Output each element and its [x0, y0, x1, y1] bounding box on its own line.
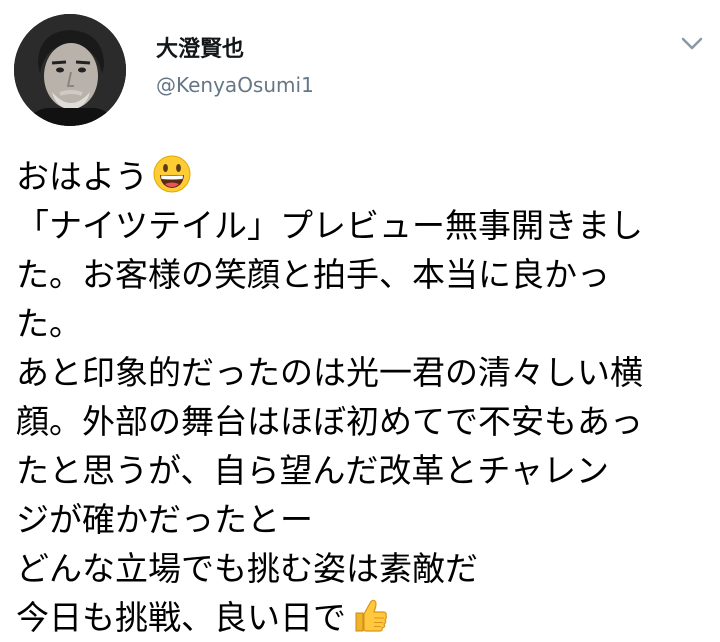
tweet-text: おはよう 「ナイツテイル」プレビュー無事開きまし た。お客様の笑顔と拍手、本当に…: [16, 152, 706, 642]
tweet-line: 「ナイツテイル」プレビュー無事開きまし: [16, 206, 643, 245]
tweet-line: おはよう: [16, 152, 706, 201]
tweet-line: 今日も挑戦、良い日で: [16, 593, 706, 642]
tweet-line: たと思うが、自ら望んだ改革とチャレン: [16, 451, 610, 490]
tweet-line: あと印象的だったのは光一君の清々しい横: [16, 353, 643, 392]
tweet-line: 顔。外部の舞台はほぼ初めてで不安もあっ: [16, 402, 643, 441]
author-display-name[interactable]: 大澄賢也: [156, 36, 244, 64]
tweet-line: どんな立場でも挑む姿は素敵だ: [16, 549, 478, 588]
author-handle[interactable]: @KenyaOsumi1: [156, 72, 314, 98]
author-avatar[interactable]: [14, 14, 126, 126]
grinning-face-emoji-icon: [152, 154, 192, 194]
tweet-line-text: 今日も挑戦、良い日で: [16, 598, 346, 637]
tweet-line-text: おはよう: [16, 157, 148, 196]
tweet-menu-button[interactable]: [676, 30, 708, 58]
tweet-card: 大澄賢也 @KenyaOsumi1 おはよう 「ナイツテイル」プレビュー無事開き…: [0, 0, 720, 637]
tweet-line: た。お客様の笑顔と拍手、本当に良かっ: [16, 255, 610, 294]
tweet-line: ジが確かだったとー: [16, 500, 313, 539]
chevron-down-icon: [681, 37, 703, 50]
tweet-line: た。: [16, 304, 82, 343]
thumbs-up-emoji-icon: [350, 595, 390, 635]
user-avatar-photo-icon: [14, 14, 126, 126]
